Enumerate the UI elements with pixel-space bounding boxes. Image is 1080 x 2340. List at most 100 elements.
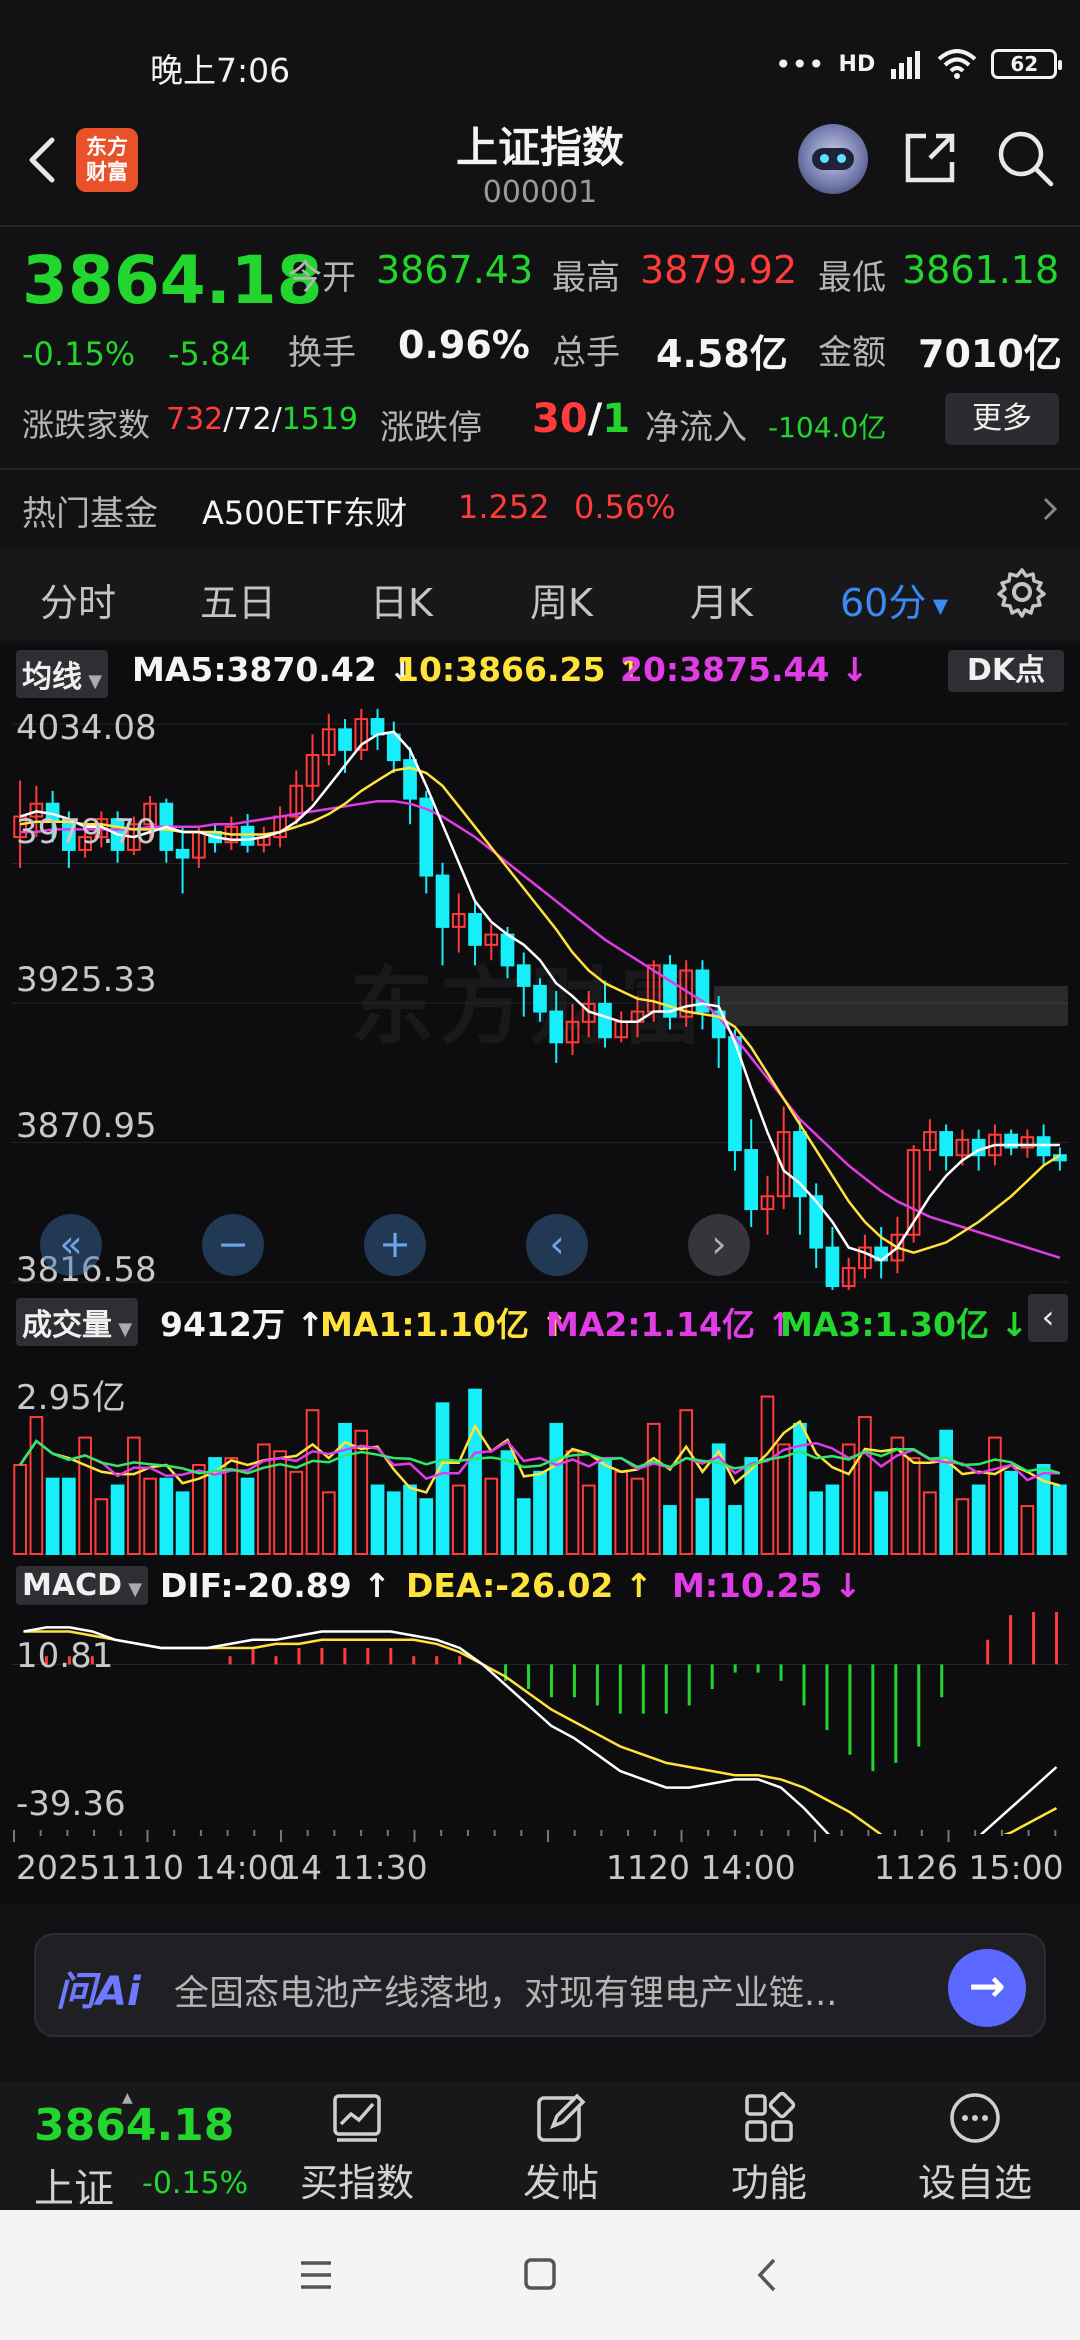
collapse-panel-button[interactable]: ‹	[1028, 1294, 1068, 1342]
macd-indicator-select[interactable]: MACD ▼	[16, 1566, 149, 1605]
candle-body	[516, 964, 531, 987]
turnover-label: 换手	[288, 333, 356, 373]
volume-bar	[809, 1491, 824, 1555]
page-title: 上证指数	[455, 123, 624, 172]
volume-bar	[435, 1402, 450, 1556]
volume-bar	[500, 1450, 515, 1555]
volume-chart	[12, 1388, 1068, 1556]
volume-bar	[240, 1477, 255, 1555]
back-button[interactable]	[18, 128, 64, 192]
wifi-icon	[937, 49, 977, 79]
more-button[interactable]: 更多	[945, 393, 1059, 445]
ma20-line	[20, 799, 1061, 1259]
share-button[interactable]	[900, 128, 960, 188]
volume-bar	[62, 1477, 76, 1555]
netflow-value: -104.0亿	[768, 411, 887, 444]
settings-button[interactable]	[996, 566, 1048, 618]
flat-count: 72	[233, 402, 272, 437]
nav-index-name[interactable]: 上证	[34, 2156, 114, 2214]
tab-weekly-k[interactable]: 周K	[530, 572, 593, 627]
stock-code: 000001	[482, 175, 598, 210]
hot-fund-pct: 0.56%	[574, 488, 676, 526]
candlestick-chart[interactable]	[0, 700, 1080, 1290]
volume-bar	[321, 1491, 336, 1555]
volume-bar	[110, 1484, 125, 1555]
highlight-band	[714, 986, 1068, 1026]
up-count: 732	[166, 402, 224, 437]
current-price: 3864.18	[22, 242, 323, 319]
volume-bar	[728, 1505, 742, 1555]
tab-60min[interactable]: 60分 ▼	[840, 572, 948, 627]
menu-icon[interactable]	[298, 2258, 334, 2292]
volume-bar	[13, 1463, 27, 1555]
volume-bar	[581, 1484, 596, 1555]
nav-buy-index[interactable]: 买指数	[282, 2090, 432, 2207]
change-percent: -0.15%	[22, 335, 136, 373]
candle-body	[825, 1246, 840, 1288]
nav-functions[interactable]: 功能	[694, 2090, 844, 2207]
nav-add-watchlist[interactable]: 设自选	[900, 2090, 1050, 2207]
volume-legend: 9412万 ↑	[160, 1305, 324, 1344]
ai-prompt-text[interactable]: 全固态电池产线落地，对现有锂电产业链...	[174, 1965, 854, 2016]
y-axis-label: 4034.08	[16, 708, 157, 748]
bottom-nav: 3864.18 ▲ 上证 -0.15% 买指数 发帖 功能 设自选	[0, 2082, 1080, 2212]
volume-bar	[289, 1470, 304, 1555]
volume-bar	[906, 1457, 921, 1555]
volume-bar	[419, 1498, 434, 1555]
tab-five-day[interactable]: 五日	[200, 572, 276, 627]
volume-bar	[94, 1498, 109, 1555]
ma20-legend: 20:3875.44 ↓	[620, 650, 869, 689]
x-axis-label: 1120 14:00	[606, 1848, 796, 1887]
scroll-left-button[interactable]: ‹	[526, 1214, 588, 1276]
chevron-right-icon	[1043, 497, 1058, 521]
volume-bar	[370, 1484, 385, 1555]
candle-body	[435, 874, 450, 928]
amount-value: 7010亿	[918, 332, 1062, 376]
turnover-value: 0.96%	[398, 323, 530, 367]
volume-indicator-select[interactable]: 成交量 ▼	[16, 1298, 139, 1346]
candle-body	[809, 1195, 824, 1249]
x-axis-label: 14 11:30	[280, 1848, 428, 1887]
search-button[interactable]	[995, 128, 1055, 188]
indicator-select[interactable]: 均线 ▼	[16, 650, 109, 698]
scroll-right-button[interactable]: ›	[688, 1214, 750, 1276]
divider	[0, 225, 1080, 227]
y-axis-label: 3979.70	[16, 812, 157, 852]
tab-daily-k[interactable]: 日K	[370, 572, 433, 627]
arrow-right-icon: →	[968, 1961, 1006, 2012]
chevron-left-icon	[29, 137, 55, 183]
battery-icon: 62	[991, 49, 1063, 79]
hot-fund-price: 1.252	[458, 488, 550, 526]
signal-icon: HD	[838, 51, 876, 77]
share-icon	[905, 133, 955, 183]
zoom-out-button[interactable]: −	[202, 1214, 264, 1276]
scroll-left-fast-button[interactable]: «	[40, 1214, 102, 1276]
hot-fund-row[interactable]: 热门基金 A500ETF东财 1.252 0.56%	[0, 470, 1080, 544]
signal-bars-icon	[891, 51, 921, 79]
macd-y-bottom: -39.36	[16, 1784, 126, 1824]
volume-bar	[451, 1484, 466, 1555]
tab-intraday[interactable]: 分时	[40, 572, 116, 627]
ai-send-button[interactable]: →	[948, 1949, 1026, 2027]
status-icons: ••• HD 62	[775, 44, 1063, 84]
high-label: 最高	[552, 258, 620, 298]
ai-question-bar[interactable]: 问Ai 全固态电池产线落地，对现有锂电产业链... →	[34, 1933, 1046, 2037]
volume-bar	[386, 1491, 401, 1555]
dk-point-button[interactable]: DK点	[948, 650, 1064, 692]
ai-assistant-robot-icon[interactable]	[798, 124, 868, 194]
ma10-legend: 10:3866.25 ↑	[396, 650, 645, 689]
dea-line	[23, 1630, 1058, 1834]
tab-monthly-k[interactable]: 月K	[690, 572, 753, 627]
hot-fund-label: 热门基金	[22, 494, 158, 534]
volume-bar	[695, 1498, 710, 1555]
volume-bar	[988, 1436, 1002, 1555]
back-nav-icon[interactable]	[752, 2256, 782, 2294]
zoom-in-button[interactable]: +	[364, 1214, 426, 1276]
home-icon[interactable]	[522, 2256, 558, 2292]
volume-bar	[923, 1491, 937, 1555]
nav-post[interactable]: 发帖	[486, 2090, 636, 2207]
candle-body	[403, 759, 417, 800]
volume-bar	[793, 1422, 807, 1556]
nav-price[interactable]: 3864.18	[34, 2100, 234, 2151]
ma5-legend: MA5:3870.42 ↓	[132, 650, 416, 689]
